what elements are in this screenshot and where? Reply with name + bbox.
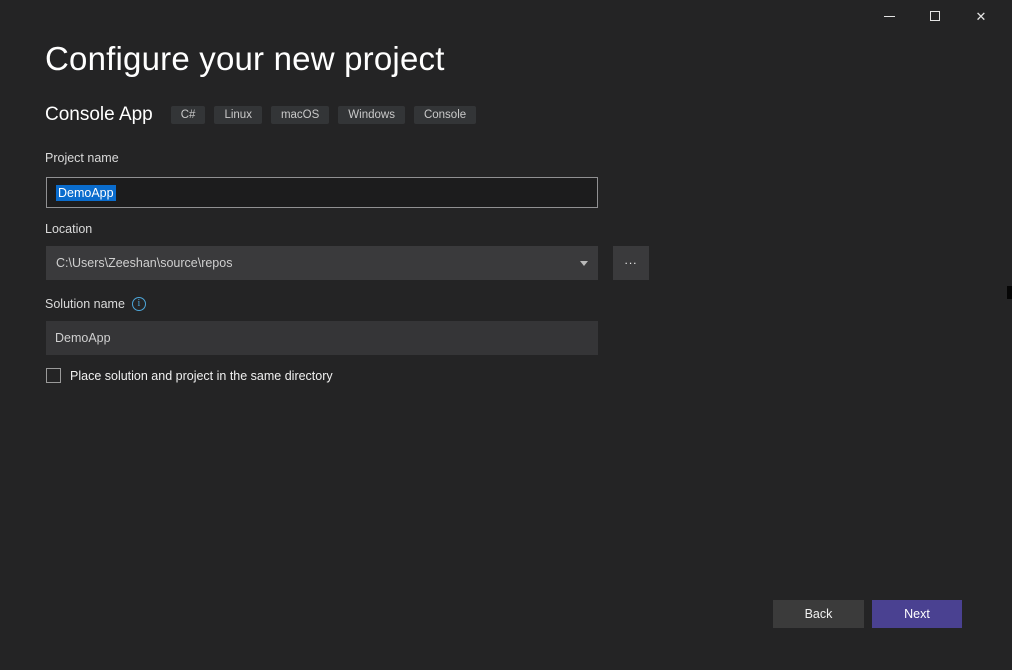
project-name-input[interactable]: DemoApp: [46, 177, 598, 208]
close-icon: ✕: [975, 8, 987, 24]
location-label: Location: [45, 222, 93, 236]
chevron-down-icon: [580, 260, 588, 266]
project-name-value: DemoApp: [56, 184, 116, 201]
project-name-label: Project name: [45, 151, 119, 165]
tag-macos: macOS: [270, 106, 330, 124]
maximize-button[interactable]: [912, 0, 958, 32]
tag-console: Console: [413, 106, 477, 124]
configure-project-dialog: ✕ Configure your new project Console App…: [0, 0, 1012, 670]
template-name: Console App: [45, 104, 153, 125]
solution-name-label: Solution name: [45, 297, 125, 311]
page-title: Configure your new project: [45, 40, 445, 77]
tag-windows: Windows: [338, 106, 405, 124]
window-controls: ✕: [866, 0, 1004, 32]
close-button[interactable]: ✕: [958, 0, 1004, 32]
solution-name-input[interactable]: DemoApp: [46, 321, 598, 355]
tag-csharp: C#: [170, 106, 206, 124]
window-edge-notch: [1007, 286, 1012, 299]
location-value: C:\Users\Zeeshan\source\repos: [56, 256, 233, 270]
minimize-button[interactable]: [866, 0, 912, 32]
template-info-row: Console App C# Linux macOS Windows Conso…: [45, 104, 485, 126]
same-directory-checkbox[interactable]: [46, 368, 61, 383]
minimize-icon: [883, 15, 895, 17]
back-button[interactable]: Back: [773, 600, 864, 628]
info-icon[interactable]: i: [131, 297, 146, 311]
browse-button[interactable]: ...: [613, 246, 649, 280]
tag-linux: Linux: [214, 106, 262, 124]
location-combobox[interactable]: C:\Users\Zeeshan\source\repos: [46, 246, 598, 280]
same-directory-checkbox-label: Place solution and project in the same d…: [70, 368, 333, 383]
solution-name-value: DemoApp: [55, 331, 111, 345]
same-directory-checkbox-row[interactable]: Place solution and project in the same d…: [46, 368, 333, 383]
maximize-icon: [930, 11, 940, 21]
next-button[interactable]: Next: [872, 600, 962, 628]
solution-name-label-row: Solution name i: [45, 297, 146, 311]
